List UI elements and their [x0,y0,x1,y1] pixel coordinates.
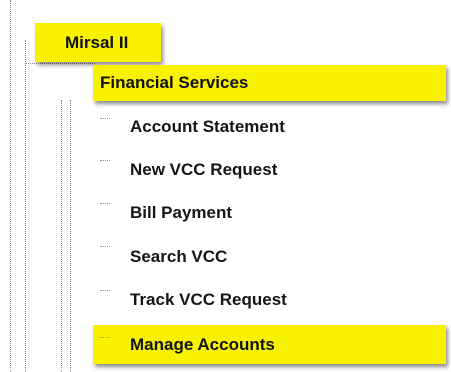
tree-node-financial-services-label: Financial Services [100,73,249,92]
tree-connector-tick [100,290,110,291]
tree-node-mirsal-ii[interactable]: Mirsal II [35,23,161,62]
tree-connector-tick [100,118,110,119]
tree-item-new-vcc-request[interactable]: New VCC Request [130,160,277,180]
tree-guide-line-outer [10,0,11,372]
tree-node-financial-services[interactable]: Financial Services [93,65,446,101]
tree-guide-line-group-b [70,100,71,372]
tree-node-mirsal-ii-label: Mirsal II [65,32,129,52]
tree-connector-tick [100,337,110,338]
tree-item-manage-accounts[interactable]: Manage Accounts [93,325,446,364]
navigation-tree: Mirsal II Financial Services Account Sta… [0,0,451,372]
tree-guide-line-root [25,40,26,372]
tree-item-manage-accounts-label: Manage Accounts [130,334,275,354]
tree-item-track-vcc-request[interactable]: Track VCC Request [130,290,287,310]
tree-item-account-statement[interactable]: Account Statement [130,117,285,137]
tree-item-search-vcc[interactable]: Search VCC [130,247,227,267]
tree-connector-tick [100,203,110,204]
tree-guide-line-group-a [61,100,62,372]
tree-connector-tick [100,160,110,161]
tree-connector-root [25,63,95,64]
tree-connector-tick [100,246,110,247]
tree-item-bill-payment[interactable]: Bill Payment [130,203,232,223]
